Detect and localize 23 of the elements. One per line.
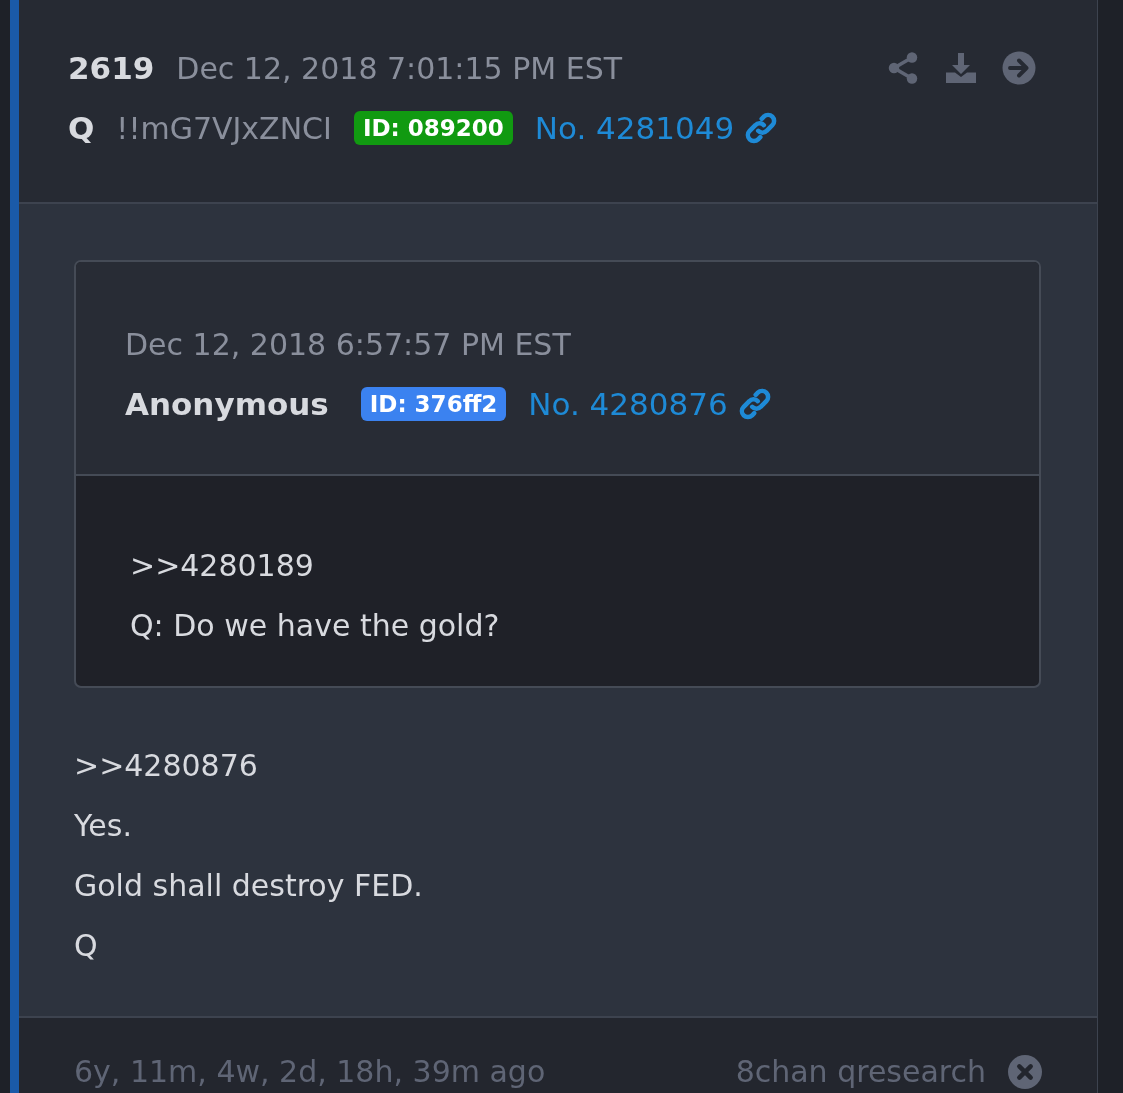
post-date: Dec 12, 2018 7:01:15 PM EST xyxy=(176,50,623,86)
download-icon[interactable] xyxy=(943,50,979,86)
post-text-line: >>4280876 xyxy=(74,747,259,785)
post-text-line: Q: Do we have the gold? xyxy=(130,607,501,645)
arrow-right-icon[interactable] xyxy=(1001,50,1037,86)
id-badge: ID: 376ff2 xyxy=(360,387,507,421)
post-text-line: >>4280189 xyxy=(130,547,315,585)
post-age: 6y, 11m, 4w, 2d, 18h, 39m ago xyxy=(74,1054,546,1089)
id-badge: ID: 089200 xyxy=(353,111,513,145)
post-date: Dec 12, 2018 6:57:57 PM EST xyxy=(125,326,571,362)
post-number-link[interactable]: No. 4280876 xyxy=(528,386,728,422)
link-icon[interactable] xyxy=(737,387,772,421)
author-name: Q xyxy=(68,110,95,146)
post-text-line: Yes. xyxy=(74,807,133,845)
tripcode: !!mG7VJxZNCI xyxy=(116,110,332,146)
close-icon[interactable] xyxy=(1008,1054,1042,1089)
link-icon[interactable] xyxy=(744,111,779,145)
source-label: 8chan qresearch xyxy=(735,1054,986,1089)
author-name: Anonymous xyxy=(125,386,329,422)
post-number-link[interactable]: No. 4281049 xyxy=(534,110,735,146)
post-text-line: Q xyxy=(74,927,99,965)
post-count: 2619 xyxy=(68,50,155,86)
post-text-line: Gold shall destroy FED. xyxy=(74,867,424,905)
